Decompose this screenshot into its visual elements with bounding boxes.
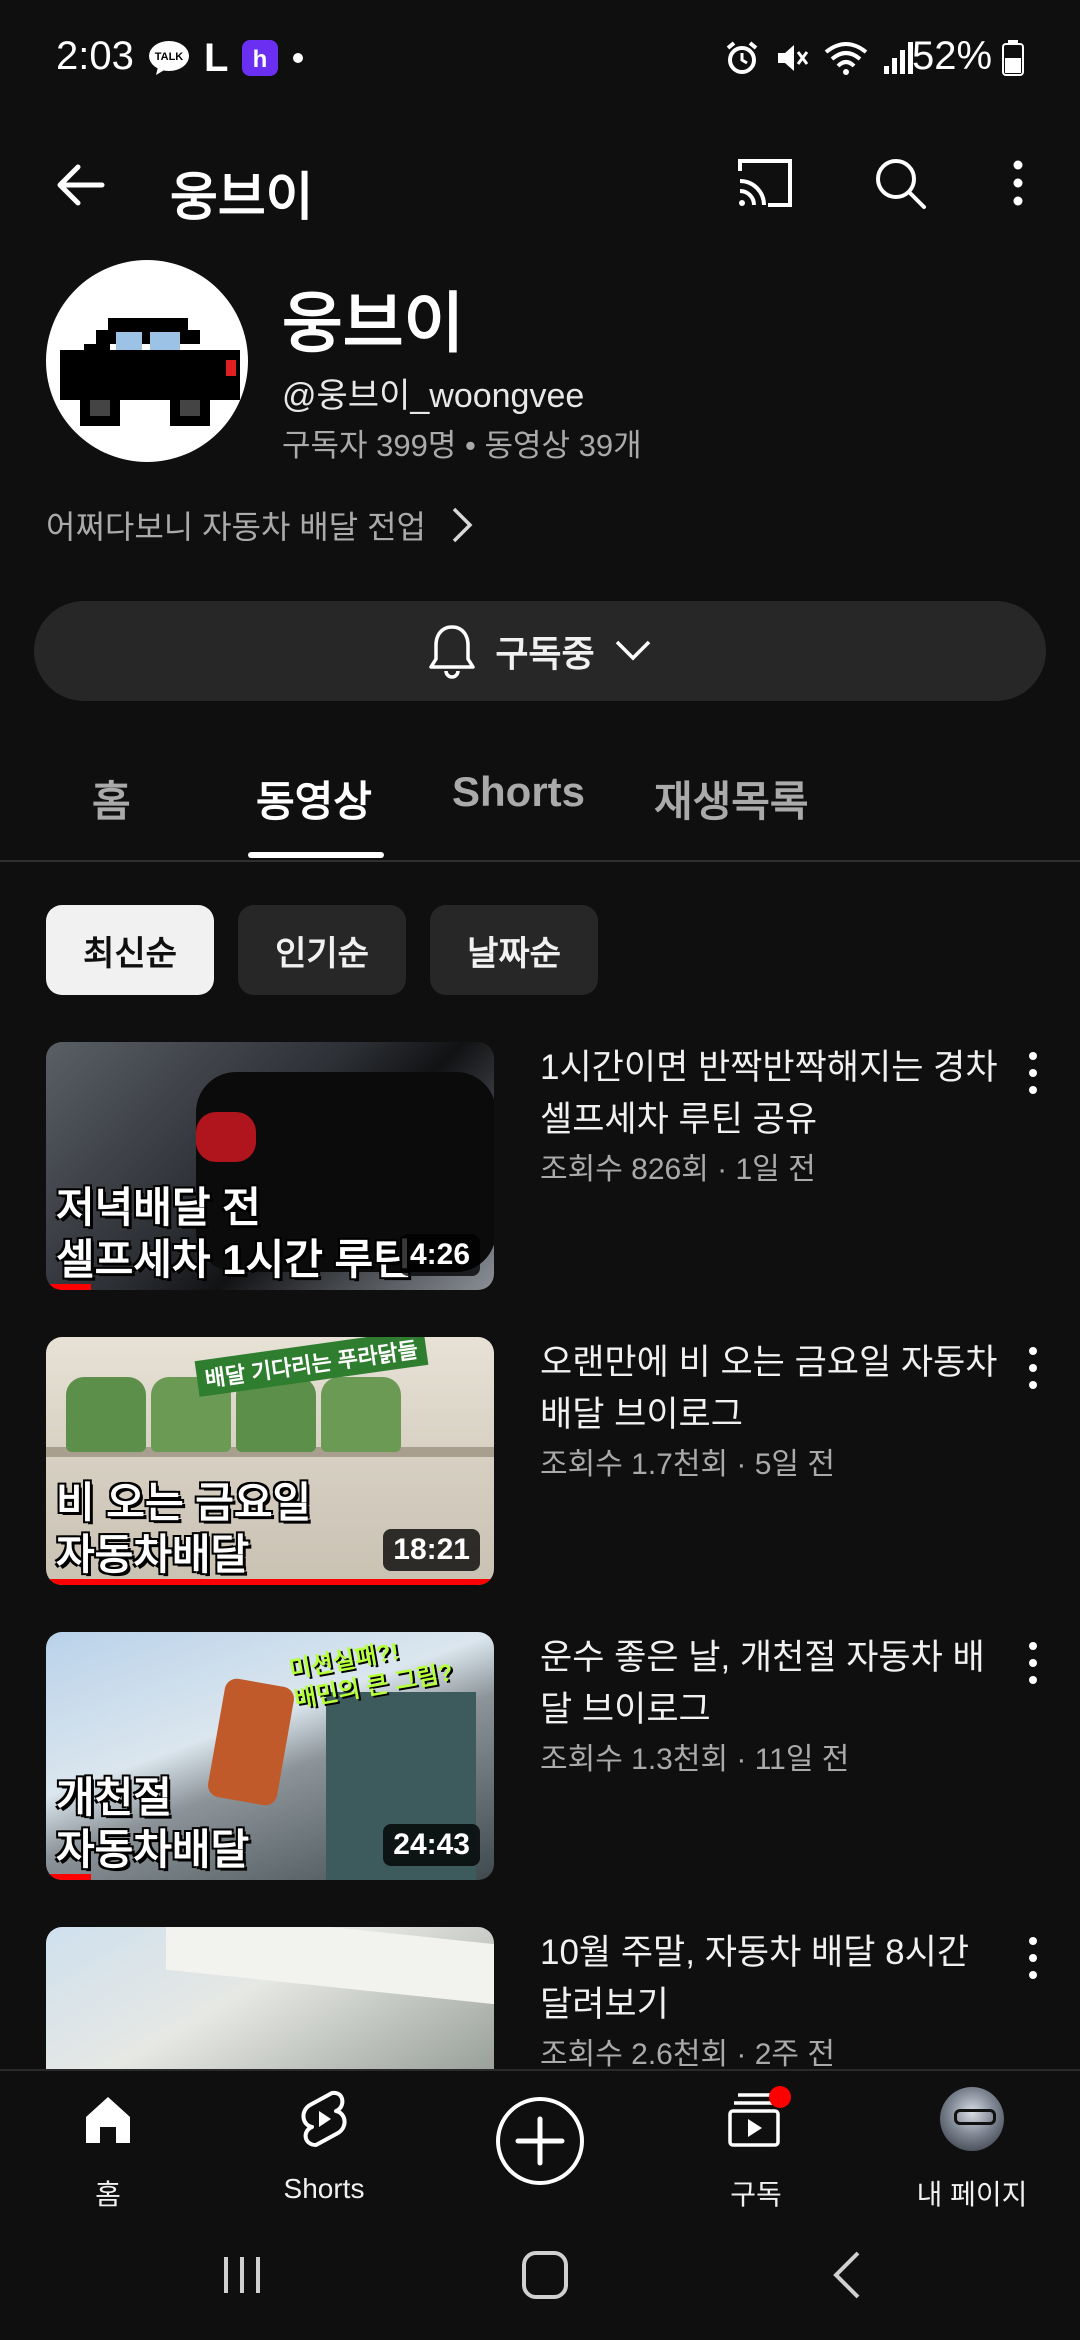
channel-avatar[interactable]	[46, 260, 248, 462]
status-bar: 2:03 TALK L h 52%	[0, 0, 1080, 115]
bell-icon	[429, 625, 476, 679]
video-thumbnail[interactable]: 미션실패?! 배민의 큰 그림? 개천절 자동차배달 24:43	[46, 1632, 494, 1880]
hanbit-app-icon: h	[242, 40, 279, 76]
subscribed-button[interactable]: 구독중	[34, 601, 1046, 701]
chip-popular[interactable]: 인기순	[238, 905, 406, 995]
tab-playlists[interactable]: 재생목록	[654, 768, 809, 829]
svg-text:TALK: TALK	[155, 51, 184, 63]
status-app-icons: TALK L h	[148, 35, 304, 80]
nav-my-page[interactable]: 내 페이지	[864, 2071, 1080, 2211]
tab-shorts[interactable]: Shorts	[452, 768, 585, 816]
watch-progress-bar	[46, 1874, 91, 1880]
video-title[interactable]: 오랜만에 비 오는 금요일 자동차 배달 브이로그	[540, 1337, 1000, 1441]
video-list-item[interactable]: 미션실패?! 배민의 큰 그림? 개천절 자동차배달 24:43 운수 좋은 날…	[0, 1632, 1080, 1882]
more-vert-icon[interactable]	[1018, 1343, 1048, 1393]
nav-home-label: 홈	[95, 2179, 121, 2210]
alarm-icon	[726, 41, 758, 74]
thumbnail-text: 개천절 자동차배달	[56, 1774, 250, 1873]
thumbnail-text: 저녁배달 전 셀프세차 1시간 루틴	[56, 1184, 412, 1283]
home-button-icon[interactable]	[520, 2249, 570, 2301]
video-meta: 조회수 1.3천회 · 11일 전	[540, 1743, 850, 1776]
profile-avatar	[940, 2087, 1004, 2151]
car-logo-icon	[60, 318, 240, 426]
video-list-item[interactable]: 배달 기다리는 푸라닭들 비 오는 금요일 자동차배달 18:21 오랜만에 비…	[0, 1337, 1080, 1587]
video-title[interactable]: 10월 주말, 자동차 배달 8시간 달려보기	[540, 1927, 1000, 2031]
nav-shorts-label: Shorts	[283, 2173, 365, 2204]
channel-stats: 구독자 399명 • 동영상 39개	[282, 428, 642, 463]
back-button-icon[interactable]	[828, 2249, 868, 2301]
cast-icon[interactable]	[734, 155, 796, 211]
create-icon	[496, 2097, 584, 2185]
more-vert-icon[interactable]	[1018, 1048, 1048, 1098]
subscribed-label: 구독중	[495, 633, 595, 674]
thumb-bag	[66, 1377, 146, 1452]
system-navigation-bar	[0, 2209, 1080, 2340]
notification-dot-icon	[293, 53, 304, 63]
app-bar: 웅브이	[0, 115, 1080, 265]
video-duration: 18:21	[383, 1529, 480, 1571]
thumb-bag	[321, 1377, 401, 1452]
thumb-building	[166, 1927, 494, 2005]
nav-my-page-label: 내 페이지	[916, 2179, 1028, 2210]
subscriptions-icon	[728, 2086, 791, 2147]
line-app-icon: L	[204, 35, 229, 80]
video-thumbnail[interactable]	[46, 1927, 494, 2069]
video-thumbnail[interactable]: 배달 기다리는 푸라닭들 비 오는 금요일 자동차배달 18:21	[46, 1337, 494, 1585]
recent-apps-icon[interactable]	[218, 2251, 266, 2299]
video-thumbnail[interactable]: 저녁배달 전 셀프세차 1시간 루틴 4:26	[46, 1042, 494, 1290]
channel-description[interactable]: 어쩌다보니 자동차 배달 전업	[46, 502, 474, 548]
more-vert-icon[interactable]	[1018, 1638, 1048, 1688]
channel-name: 웅브이	[282, 286, 465, 360]
video-title[interactable]: 운수 좋은 날, 개천절 자동차 배달 브이로그	[540, 1632, 1000, 1736]
video-title[interactable]: 1시간이면 반짝반짝해지는 경차 셀프세차 루틴 공유	[540, 1042, 1000, 1146]
talk-icon: TALK	[149, 41, 189, 75]
status-time: 2:03	[56, 34, 134, 78]
more-vert-icon[interactable]	[1004, 155, 1032, 211]
battery-icon	[1002, 40, 1024, 76]
channel-tabs: 홈 동영상 Shorts 재생목록	[0, 720, 1080, 862]
tab-home[interactable]: 홈	[92, 768, 131, 829]
video-duration: 4:26	[399, 1234, 480, 1276]
video-duration: 24:43	[383, 1824, 480, 1866]
chip-oldest[interactable]: 날짜순	[430, 905, 598, 995]
svg-text:h: h	[253, 46, 268, 73]
wifi-icon	[824, 42, 868, 75]
chip-latest[interactable]: 최신순	[46, 905, 214, 995]
video-meta: 조회수 1.7천회 · 5일 전	[540, 1448, 835, 1481]
active-tab-indicator	[248, 852, 384, 858]
video-meta: 조회수 826회 · 1일 전	[540, 1153, 816, 1186]
signal-icon	[884, 42, 913, 74]
tab-videos[interactable]: 동영상	[256, 768, 372, 829]
shorts-icon	[301, 2090, 347, 2147]
nav-subscriptions[interactable]: 구독	[648, 2071, 864, 2211]
channel-handle: @웅브이_woongvee	[282, 377, 585, 415]
status-system-icons	[724, 38, 914, 78]
nav-home[interactable]: 홈	[0, 2071, 216, 2211]
video-meta: 조회수 2.6천회 · 2주 전	[540, 2038, 835, 2071]
bottom-navigation: 홈 Shorts 구독 내 페이지	[0, 2069, 1080, 2211]
chevron-down-icon	[615, 640, 650, 661]
watch-progress-bar	[46, 1579, 494, 1585]
thumb-taillight	[196, 1112, 256, 1162]
nav-create[interactable]	[432, 2071, 648, 2211]
avatar-glasses	[954, 2109, 996, 2125]
back-arrow-icon[interactable]	[52, 157, 108, 213]
app-bar-title: 웅브이	[170, 169, 314, 227]
mute-icon	[778, 45, 809, 71]
battery-percent: 52%	[912, 34, 993, 78]
nav-subscriptions-label: 구독	[730, 2179, 782, 2210]
more-vert-icon[interactable]	[1018, 1933, 1048, 1983]
video-list-item[interactable]: 저녁배달 전 셀프세차 1시간 루틴 4:26 1시간이면 반짝반짝해지는 경차…	[0, 1042, 1080, 1292]
home-icon	[86, 2097, 130, 2143]
channel-description-text: 어쩌다보니 자동차 배달 전업	[46, 509, 426, 545]
watch-progress-bar	[46, 1284, 91, 1290]
nav-shorts[interactable]: Shorts	[216, 2071, 432, 2211]
search-icon[interactable]	[872, 155, 928, 211]
thumbnail-text: 비 오는 금요일 자동차배달	[56, 1479, 312, 1578]
chevron-right-icon	[452, 507, 473, 543]
